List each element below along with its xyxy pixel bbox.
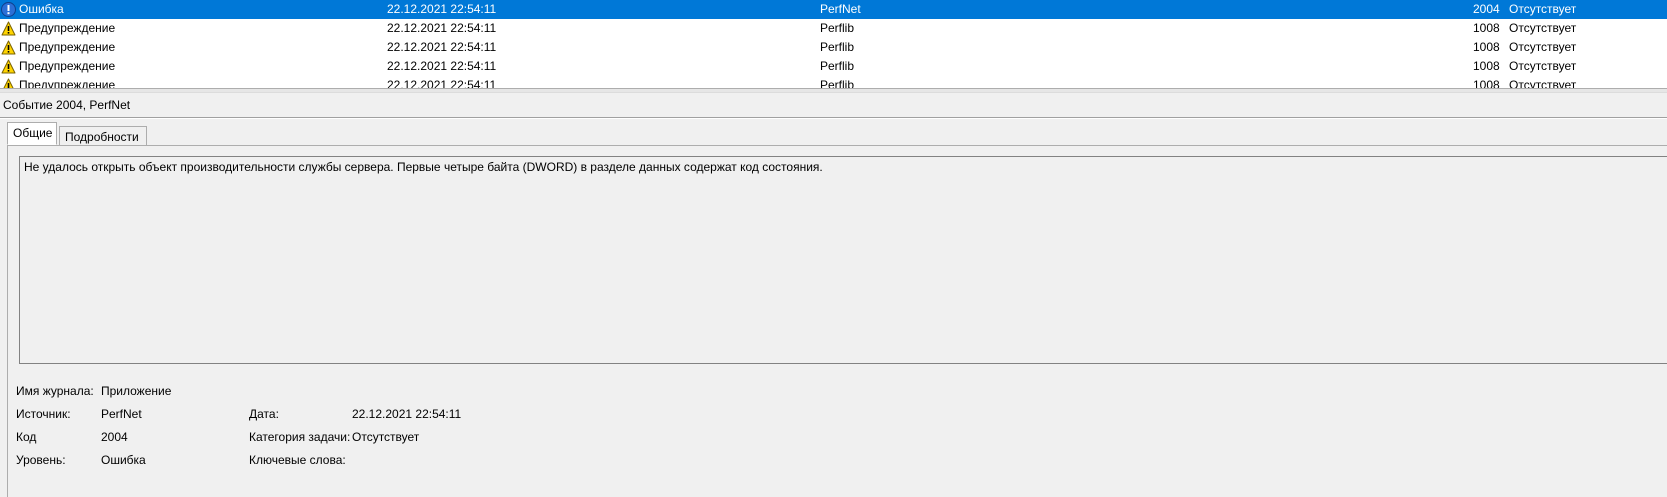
event-task-category: Отсутствует bbox=[1509, 2, 1577, 16]
event-date: 22.12.2021 22:54:11 bbox=[387, 40, 497, 54]
event-task-category: Отсутствует bbox=[1509, 40, 1577, 54]
event-id: 1008 bbox=[1473, 59, 1500, 73]
event-level: Предупреждение bbox=[19, 40, 116, 54]
code-value: 2004 bbox=[101, 430, 128, 444]
divider bbox=[0, 117, 1667, 119]
event-level: Предупреждение bbox=[19, 59, 116, 73]
event-id: 2004 bbox=[1473, 2, 1500, 16]
tab-details[interactable]: Подробности bbox=[59, 126, 147, 147]
event-details-pane: Событие 2004, PerfNet Общие Подробности … bbox=[0, 93, 1667, 497]
event-date: 22.12.2021 22:54:11 bbox=[387, 78, 497, 88]
event-description: Не удалось открыть объект производительн… bbox=[24, 160, 823, 174]
event-list[interactable]: Ошибка 22.12.2021 22:54:11 PerfNet 2004 … bbox=[0, 0, 1667, 88]
event-date: 22.12.2021 22:54:11 bbox=[387, 59, 497, 73]
keywords-label: Ключевые слова: bbox=[249, 453, 346, 467]
event-date: 22.12.2021 22:54:11 bbox=[387, 21, 497, 35]
event-row[interactable]: Предупреждение 22.12.2021 22:54:11 Perfl… bbox=[0, 19, 1667, 38]
task-category-label: Категория задачи: bbox=[249, 430, 351, 444]
event-id: 1008 bbox=[1473, 78, 1500, 88]
log-name-value: Приложение bbox=[101, 384, 172, 398]
event-task-category: Отсутствует bbox=[1509, 78, 1577, 88]
event-level: Предупреждение bbox=[19, 78, 116, 88]
source-label: Источник: bbox=[16, 407, 71, 421]
tab-general[interactable]: Общие bbox=[7, 122, 57, 145]
general-tab-panel: Не удалось открыть объект производительн… bbox=[7, 145, 1667, 497]
details-title: Событие 2004, PerfNet bbox=[3, 98, 131, 112]
event-source: Perflib bbox=[820, 59, 855, 73]
date-value: 22.12.2021 22:54:11 bbox=[352, 407, 462, 421]
event-description-box[interactable]: Не удалось открыть объект производительн… bbox=[19, 156, 1667, 364]
code-label: Код bbox=[16, 430, 37, 444]
event-id: 1008 bbox=[1473, 21, 1500, 35]
source-value: PerfNet bbox=[101, 407, 142, 421]
event-level: Предупреждение bbox=[19, 21, 116, 35]
level-label: Уровень: bbox=[16, 453, 66, 467]
error-icon bbox=[1, 2, 16, 17]
event-source: Perflib bbox=[820, 21, 855, 35]
log-name-label: Имя журнала: bbox=[16, 384, 94, 398]
event-source: Perflib bbox=[820, 78, 855, 88]
warning-icon bbox=[1, 78, 16, 88]
event-row[interactable]: Предупреждение 22.12.2021 22:54:11 Perfl… bbox=[0, 76, 1667, 88]
event-task-category: Отсутствует bbox=[1509, 59, 1577, 73]
event-source: Perflib bbox=[820, 40, 855, 54]
event-task-category: Отсутствует bbox=[1509, 21, 1577, 35]
warning-icon bbox=[1, 59, 16, 74]
level-value: Ошибка bbox=[101, 453, 146, 467]
warning-icon bbox=[1, 21, 16, 36]
event-date: 22.12.2021 22:54:11 bbox=[387, 2, 497, 16]
event-row[interactable]: Предупреждение 22.12.2021 22:54:11 Perfl… bbox=[0, 57, 1667, 76]
event-source: PerfNet bbox=[820, 2, 861, 16]
event-row[interactable]: Предупреждение 22.12.2021 22:54:11 Perfl… bbox=[0, 38, 1667, 57]
event-row[interactable]: Ошибка 22.12.2021 22:54:11 PerfNet 2004 … bbox=[0, 0, 1667, 19]
warning-icon bbox=[1, 40, 16, 55]
date-label: Дата: bbox=[249, 407, 279, 421]
event-level: Ошибка bbox=[19, 2, 64, 16]
event-id: 1008 bbox=[1473, 40, 1500, 54]
task-category-value: Отсутствует bbox=[352, 430, 420, 444]
